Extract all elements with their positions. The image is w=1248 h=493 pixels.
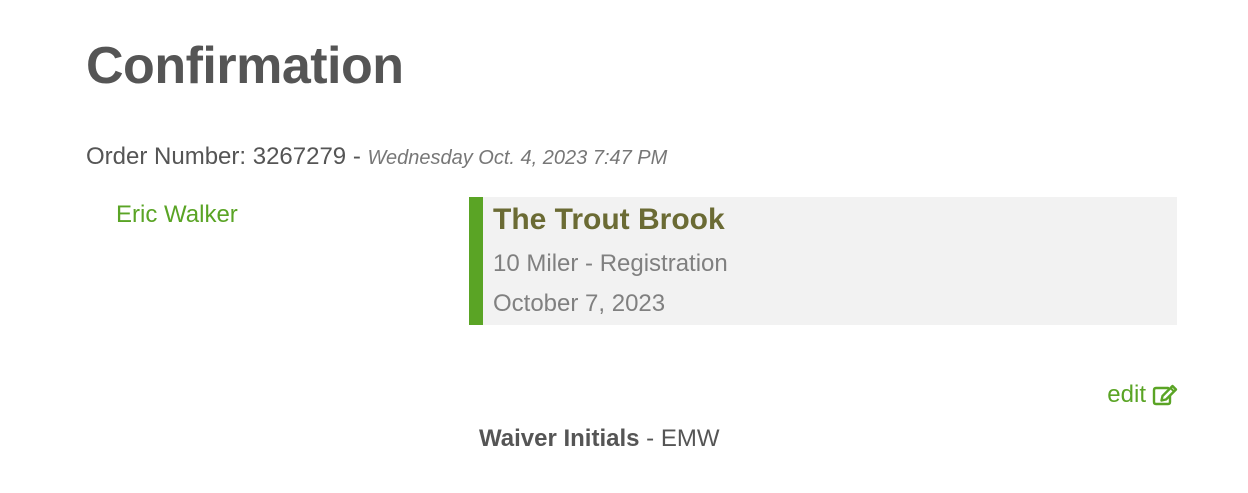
order-datetime: Wednesday Oct. 4, 2023 7:47 PM bbox=[367, 147, 668, 169]
order-separator: - bbox=[352, 143, 361, 170]
event-card: The Trout Brook 10 Miler - Registration … bbox=[469, 197, 1177, 325]
order-info: Order Number: 3267279 - Wednesday Oct. 4… bbox=[86, 142, 667, 173]
event-registration-type: 10 Miler - Registration bbox=[493, 250, 728, 277]
waiver-separator: - bbox=[646, 425, 655, 452]
waiver-label: Waiver Initials bbox=[479, 425, 640, 452]
participant-name-link[interactable]: Eric Walker bbox=[116, 200, 238, 230]
edit-square-icon bbox=[1152, 384, 1178, 406]
event-date: October 7, 2023 bbox=[493, 290, 666, 317]
edit-label: edit bbox=[1107, 381, 1146, 408]
event-name: The Trout Brook bbox=[493, 203, 725, 236]
page-title: Confirmation bbox=[86, 37, 404, 95]
waiver-initials: Waiver Initials - EMW bbox=[479, 424, 720, 454]
order-number-label: Order Number: bbox=[86, 143, 247, 170]
order-number: 3267279 bbox=[252, 143, 347, 170]
edit-button[interactable]: edit bbox=[1107, 380, 1178, 410]
waiver-value: EMW bbox=[660, 425, 720, 452]
